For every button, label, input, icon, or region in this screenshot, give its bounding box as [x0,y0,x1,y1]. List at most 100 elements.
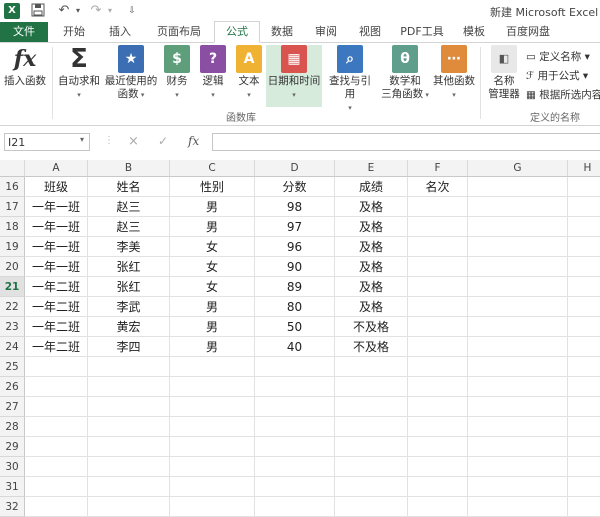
cell-h20[interactable] [568,257,600,277]
cell-g21[interactable] [468,277,568,297]
cell-a19[interactable]: 一年一班 [25,237,88,257]
tab-baidu-netdisk[interactable]: 百度网盘 [498,22,558,42]
redo-dropdown-icon[interactable]: ▾ [102,3,118,19]
fx-icon[interactable]: fx [188,134,199,148]
cell-h16[interactable] [568,177,600,197]
cell-d16[interactable]: 分数 [255,177,335,197]
cell-h30[interactable] [568,457,600,477]
cell-h28[interactable] [568,417,600,437]
cell-e25[interactable] [335,357,408,377]
row-header-23[interactable]: 23 [0,317,25,337]
row-header-19[interactable]: 19 [0,237,25,257]
cell-h23[interactable] [568,317,600,337]
cell-e22[interactable]: 及格 [335,297,408,317]
cell-f26[interactable] [408,377,468,397]
cell-g18[interactable] [468,217,568,237]
formula-options-icon[interactable]: ⋮ [104,135,114,146]
math-trig-button[interactable]: θ 数学和 三角函数 ▾ [378,45,432,102]
cell-d27[interactable] [255,397,335,417]
cell-a20[interactable]: 一年一班 [25,257,88,277]
cell-g24[interactable] [468,337,568,357]
define-name-button[interactable]: ▭ 定义名称 ▾ [526,49,590,64]
customize-toolbar-icon[interactable]: ⇩ [124,3,140,19]
column-header-c[interactable]: C [170,160,255,177]
autosum-button[interactable]: Σ 自动求和 ▾ [56,45,102,102]
cell-d19[interactable]: 96 [255,237,335,257]
cell-h24[interactable] [568,337,600,357]
cell-d24[interactable]: 40 [255,337,335,357]
cell-c31[interactable] [170,477,255,497]
cell-b29[interactable] [88,437,170,457]
row-header-20[interactable]: 20 [0,257,25,277]
cell-e17[interactable]: 及格 [335,197,408,217]
lookup-reference-button[interactable]: ⌕ 查找与引用 ▾ [324,45,376,115]
cell-g25[interactable] [468,357,568,377]
cell-h21[interactable] [568,277,600,297]
cell-g30[interactable] [468,457,568,477]
cell-d30[interactable] [255,457,335,477]
cell-e19[interactable]: 及格 [335,237,408,257]
cell-b32[interactable] [88,497,170,517]
cell-g23[interactable] [468,317,568,337]
cell-h27[interactable] [568,397,600,417]
cell-b22[interactable]: 李武 [88,297,170,317]
cell-c25[interactable] [170,357,255,377]
cell-f28[interactable] [408,417,468,437]
cell-d21[interactable]: 89 [255,277,335,297]
row-header-24[interactable]: 24 [0,337,25,357]
enter-icon[interactable]: ✓ [158,134,168,148]
cell-c17[interactable]: 男 [170,197,255,217]
row-header-21[interactable]: 21 [0,277,25,297]
cell-f27[interactable] [408,397,468,417]
cell-d32[interactable] [255,497,335,517]
datetime-button[interactable]: ▦ 日期和时间 ▾ [266,45,322,107]
cell-a22[interactable]: 一年二班 [25,297,88,317]
cell-f20[interactable] [408,257,468,277]
cell-a28[interactable] [25,417,88,437]
tab-home[interactable]: 开始 [54,22,94,42]
cell-d23[interactable]: 50 [255,317,335,337]
cell-b24[interactable]: 李四 [88,337,170,357]
cell-d31[interactable] [255,477,335,497]
cell-d26[interactable] [255,377,335,397]
select-all-corner[interactable] [0,160,25,177]
cell-c24[interactable]: 男 [170,337,255,357]
cell-d17[interactable]: 98 [255,197,335,217]
row-header-18[interactable]: 18 [0,217,25,237]
cell-c22[interactable]: 男 [170,297,255,317]
row-header-22[interactable]: 22 [0,297,25,317]
name-box-dropdown-icon[interactable]: ▾ [80,135,84,144]
cell-a26[interactable] [25,377,88,397]
cell-f29[interactable] [408,437,468,457]
cell-e18[interactable]: 及格 [335,217,408,237]
column-header-g[interactable]: G [468,160,568,177]
cell-g20[interactable] [468,257,568,277]
cell-c28[interactable] [170,417,255,437]
cell-a31[interactable] [25,477,88,497]
row-header-30[interactable]: 30 [0,457,25,477]
cell-f16[interactable]: 名次 [408,177,468,197]
cell-h32[interactable] [568,497,600,517]
tab-review[interactable]: 审阅 [306,22,346,42]
cell-c23[interactable]: 男 [170,317,255,337]
cell-c26[interactable] [170,377,255,397]
cell-f22[interactable] [408,297,468,317]
row-header-31[interactable]: 31 [0,477,25,497]
tab-templates[interactable]: 模板 [454,22,494,42]
cell-g19[interactable] [468,237,568,257]
cell-e29[interactable] [335,437,408,457]
cell-c16[interactable]: 性别 [170,177,255,197]
cell-c29[interactable] [170,437,255,457]
cell-g32[interactable] [468,497,568,517]
cell-b25[interactable] [88,357,170,377]
cell-f19[interactable] [408,237,468,257]
cell-c19[interactable]: 女 [170,237,255,257]
cell-f25[interactable] [408,357,468,377]
cell-h26[interactable] [568,377,600,397]
cell-e26[interactable] [335,377,408,397]
worksheet-grid[interactable]: ABCDEFGH 16 班级 姓名 性别 分数 成绩 名次 17 一年一班 赵三男 98 及格 18 一年… [0,160,600,517]
cell-h17[interactable] [568,197,600,217]
save-icon[interactable] [30,3,46,19]
cell-b18[interactable]: 赵三 [88,217,170,237]
tab-formulas[interactable]: 公式 [214,21,260,43]
